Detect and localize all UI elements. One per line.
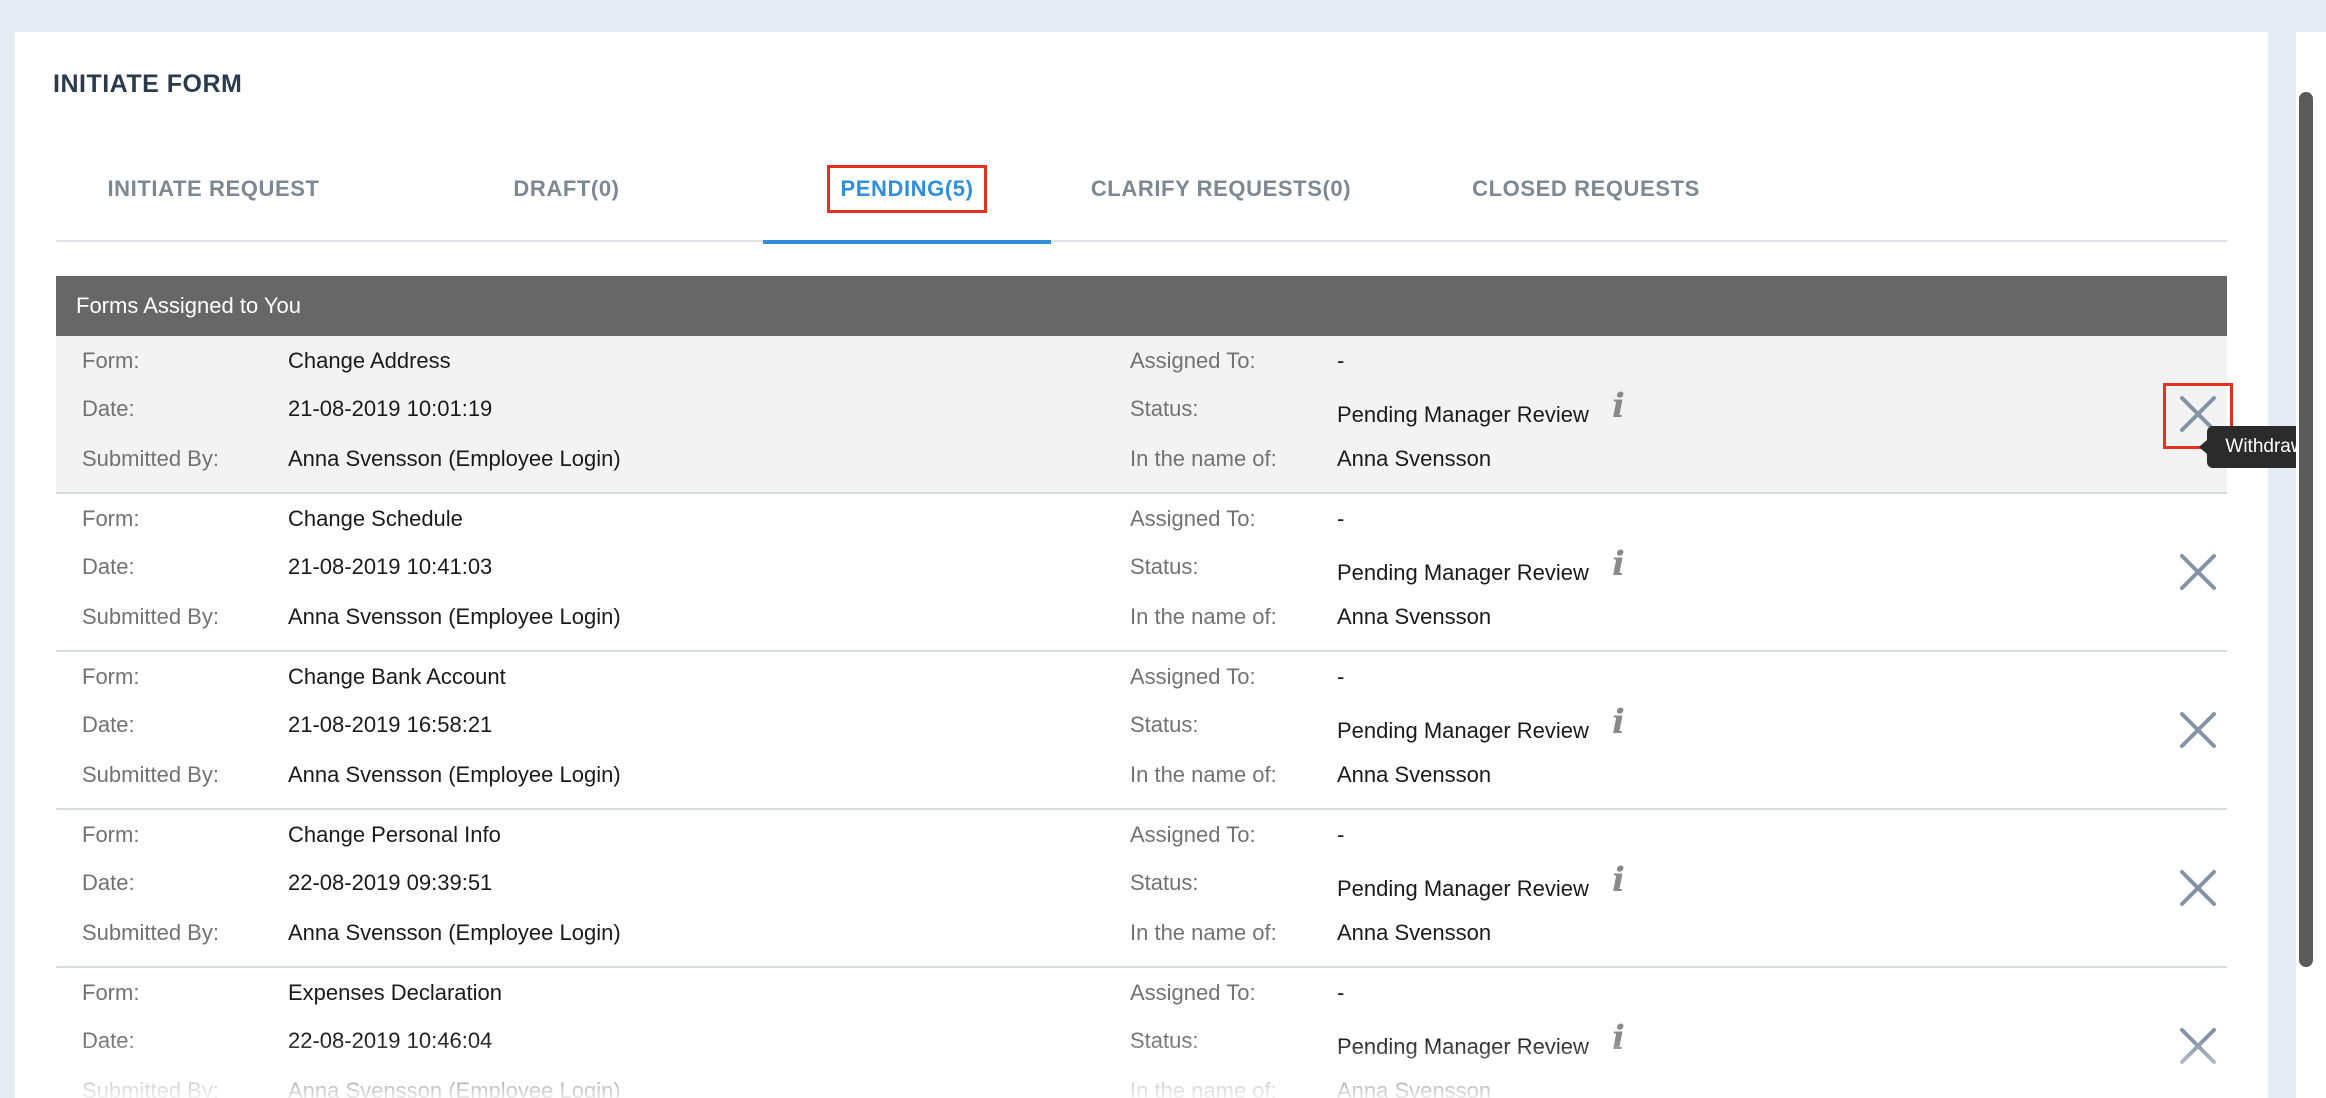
form-label: Form: (82, 506, 140, 531)
close-icon (2178, 552, 2218, 597)
assigned-to-value: - (1337, 506, 1345, 531)
status-value: Pending Manager Review (1337, 560, 1589, 585)
form-label: Form: (82, 348, 140, 373)
date-label: Date: (82, 870, 135, 895)
tab-label: CLARIFY REQUESTS(0) (1090, 176, 1352, 201)
assigned-to-value: - (1337, 980, 1345, 1005)
form-name: Expenses Declaration (288, 980, 503, 1005)
submitted-by-value: Anna Svensson (Employee Login) (288, 762, 621, 787)
form-label: Form: (82, 664, 140, 689)
tab-label: PENDING(5) (827, 165, 987, 213)
tooltip-text: Withdraw (2225, 436, 2305, 457)
assigned-to-label: Assigned To: (1130, 980, 1256, 1005)
tab-initiate-request[interactable]: INITIATE REQUEST (96, 136, 331, 242)
forms-list: Form: Change Address Date: 21-08-2019 10:01… (56, 336, 2233, 1098)
info-icon[interactable]: i (1612, 544, 1625, 584)
submitted-by-value: Anna Svensson (Employee Login) (288, 1078, 621, 1098)
status-value: Pending Manager Review (1337, 402, 1589, 427)
in-name-of-label: In the name of: (1130, 762, 1277, 787)
assigned-to-label: Assigned To: (1130, 348, 1256, 373)
scrollbar-thumb[interactable] (2299, 92, 2313, 967)
date-label: Date: (82, 396, 135, 421)
form-row: Form: Change Personal Info Date: 22-08-2019… (56, 810, 2227, 968)
close-icon (2178, 1026, 2218, 1071)
in-name-of-value: Anna Svensson (1337, 920, 1492, 945)
in-name-of-value: Anna Svensson (1337, 446, 1492, 471)
in-name-of-label: In the name of: (1130, 920, 1277, 945)
form-row: Form: Expenses Declaration Date: 22-08-2019… (56, 968, 2227, 1098)
form-label: Form: (82, 822, 140, 847)
withdraw-button[interactable] (2166, 702, 2230, 762)
withdraw-button[interactable] (2166, 860, 2230, 920)
form-label: Form: (82, 980, 140, 1005)
tab-draft[interactable]: DRAFT(0) (454, 136, 679, 242)
submitted-by-value: Anna Svensson (Employee Login) (288, 446, 621, 471)
info-icon[interactable]: i (1612, 860, 1625, 900)
submitted-by-label: Submitted By: (82, 446, 219, 471)
status-value: Pending Manager Review (1337, 1034, 1589, 1059)
submitted-by-label: Submitted By: (82, 762, 219, 787)
tab-bar: INITIATE REQUEST DRAFT(0) PENDING(5) CLA… (56, 136, 2227, 244)
assigned-to-value: - (1337, 348, 1345, 373)
tab-closed-requests[interactable]: CLOSED REQUESTS (1436, 136, 1736, 242)
in-name-of-value: Anna Svensson (1337, 762, 1492, 787)
form-name: Change Address (288, 348, 451, 373)
close-icon (2178, 710, 2218, 755)
tab-label: INITIATE REQUEST (107, 176, 320, 201)
info-icon[interactable]: i (1612, 702, 1625, 742)
submitted-by-label: Submitted By: (82, 1078, 219, 1098)
submitted-by-value: Anna Svensson (Employee Login) (288, 920, 621, 945)
status-label: Status: (1130, 870, 1199, 895)
form-row: Form: Change Address Date: 21-08-2019 10:01… (56, 336, 2233, 494)
form-date: 21-08-2019 10:01:19 (288, 396, 493, 421)
in-name-of-value: Anna Svensson (1337, 1078, 1492, 1098)
content-card: INITIATE FORM INITIATE REQUEST DRAFT(0) … (15, 32, 2268, 1098)
form-row: Form: Change Bank Account Date: 21-08-2019 … (56, 652, 2227, 810)
status-value: Pending Manager Review (1337, 718, 1589, 743)
tab-label: CLOSED REQUESTS (1472, 176, 1700, 201)
submitted-by-label: Submitted By: (82, 920, 219, 945)
in-name-of-label: In the name of: (1130, 604, 1277, 629)
section-title: Forms Assigned to You (76, 293, 302, 318)
status-label: Status: (1130, 554, 1199, 579)
info-icon[interactable]: i (1612, 1018, 1625, 1058)
form-name: Change Bank Account (288, 664, 506, 689)
status-label: Status: (1130, 712, 1199, 737)
in-name-of-value: Anna Svensson (1337, 604, 1492, 629)
status-value: Pending Manager Review (1337, 876, 1589, 901)
submitted-by-label: Submitted By: (82, 604, 219, 629)
assigned-to-label: Assigned To: (1130, 506, 1256, 531)
in-name-of-label: In the name of: (1130, 1078, 1277, 1098)
submitted-by-value: Anna Svensson (Employee Login) (288, 604, 621, 629)
withdraw-button[interactable] (2166, 1018, 2230, 1078)
assigned-to-value: - (1337, 664, 1345, 689)
close-icon (2178, 868, 2218, 913)
date-label: Date: (82, 554, 135, 579)
form-date: 21-08-2019 16:58:21 (288, 712, 493, 737)
form-date: 21-08-2019 10:41:03 (288, 554, 493, 579)
form-date: 22-08-2019 09:39:51 (288, 870, 493, 895)
date-label: Date: (82, 712, 135, 737)
in-name-of-label: In the name of: (1130, 446, 1277, 471)
date-label: Date: (82, 1028, 135, 1053)
assigned-to-label: Assigned To: (1130, 664, 1256, 689)
status-label: Status: (1130, 1028, 1199, 1053)
assigned-to-value: - (1337, 822, 1345, 847)
section-header: Forms Assigned to You (56, 276, 2227, 336)
tab-clarify-requests[interactable]: CLARIFY REQUESTS(0) (1046, 136, 1396, 242)
withdraw-button[interactable] (2166, 544, 2230, 604)
form-date: 22-08-2019 10:46:04 (288, 1028, 493, 1053)
tab-pending[interactable]: PENDING(5) (763, 136, 1051, 244)
form-name: Change Personal Info (288, 822, 501, 847)
form-row: Form: Change Schedule Date: 21-08-2019 10:4… (56, 494, 2227, 652)
page-title: INITIATE FORM (53, 70, 243, 98)
assigned-to-label: Assigned To: (1130, 822, 1256, 847)
form-name: Change Schedule (288, 506, 463, 531)
info-icon[interactable]: i (1612, 386, 1625, 426)
status-label: Status: (1130, 396, 1199, 421)
tab-label: DRAFT(0) (513, 176, 620, 201)
